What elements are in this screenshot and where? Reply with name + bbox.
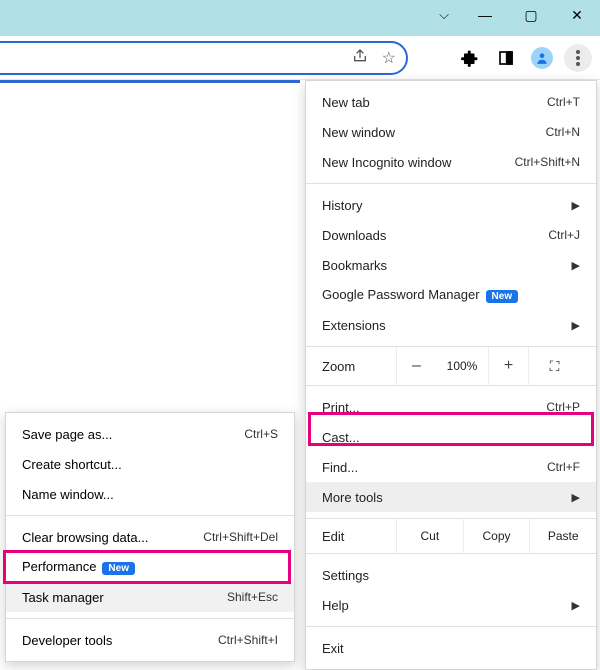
menu-shortcut: Ctrl+Shift+I: [218, 633, 278, 647]
menu-label: Create shortcut...: [22, 457, 122, 472]
menu-shortcut: Ctrl+Shift+N: [515, 155, 580, 169]
star-icon[interactable]: ☆: [382, 48, 396, 68]
submenu-clear-data[interactable]: Clear browsing data... Ctrl+Shift+Del: [6, 522, 294, 552]
menu-shortcut: Ctrl+N: [546, 125, 580, 139]
menu-help[interactable]: Help▶: [306, 590, 596, 620]
menu-shortcut: Ctrl+P: [546, 400, 580, 414]
chevron-right-icon: ▶: [572, 599, 580, 612]
window-close-button[interactable]: ✕: [554, 0, 600, 30]
submenu-developer-tools[interactable]: Developer tools Ctrl+Shift+I: [6, 625, 294, 655]
chrome-menu-button[interactable]: [564, 44, 592, 72]
submenu-task-manager[interactable]: Task manager Shift+Esc: [6, 582, 294, 612]
address-bar[interactable]: ☆: [0, 41, 408, 75]
window-controls: ⌵ — ▢ ✕: [426, 0, 600, 30]
window-minimize-button[interactable]: —: [462, 0, 508, 30]
submenu-performance[interactable]: PerformanceNew: [6, 552, 294, 582]
zoom-out-button[interactable]: –: [396, 347, 436, 385]
menu-label: Name window...: [22, 487, 114, 502]
menu-find[interactable]: Find...Ctrl+F: [306, 452, 596, 482]
chevron-right-icon: ▶: [572, 199, 580, 212]
edit-label: Edit: [306, 519, 396, 553]
browser-toolbar: ☆: [0, 36, 600, 80]
menu-shortcut: Ctrl+T: [547, 95, 580, 109]
menu-zoom-row: Zoom – 100% + ⛶: [306, 347, 596, 385]
menu-shortcut: Ctrl+J: [548, 228, 580, 242]
sidepanel-button[interactable]: [492, 44, 520, 72]
new-badge: New: [486, 290, 519, 303]
menu-label: Clear browsing data...: [22, 530, 148, 545]
menu-new-tab[interactable]: New tabCtrl+T: [306, 87, 596, 117]
menu-label: Extensions: [322, 318, 572, 333]
menu-label: New tab: [322, 95, 547, 110]
zoom-label: Zoom: [306, 347, 396, 385]
menu-label: Settings: [322, 568, 580, 583]
menu-label: Save page as...: [22, 427, 112, 442]
zoom-value: 100%: [436, 347, 488, 385]
menu-settings[interactable]: Settings: [306, 560, 596, 590]
chevron-right-icon: ▶: [572, 259, 580, 272]
tab-underline: [0, 80, 300, 83]
zoom-in-button[interactable]: +: [488, 347, 528, 385]
menu-downloads[interactable]: DownloadsCtrl+J: [306, 220, 596, 250]
menu-label: Developer tools: [22, 633, 112, 648]
profile-button[interactable]: [528, 44, 556, 72]
menu-label: History: [322, 198, 572, 213]
menu-label: Bookmarks: [322, 258, 572, 273]
edit-paste-button[interactable]: Paste: [529, 519, 596, 553]
menu-shortcut: Ctrl+Shift+Del: [203, 530, 278, 544]
menu-label: Task manager: [22, 590, 104, 605]
menu-shortcut: Shift+Esc: [227, 590, 278, 604]
menu-shortcut: Ctrl+F: [547, 460, 580, 474]
fullscreen-icon: ⛶: [550, 358, 558, 375]
window-maximize-button[interactable]: ▢: [508, 0, 554, 30]
submenu-create-shortcut[interactable]: Create shortcut...: [6, 449, 294, 479]
submenu-name-window[interactable]: Name window...: [6, 479, 294, 509]
menu-more-tools[interactable]: More tools▶: [306, 482, 596, 512]
menu-label: New Incognito window: [322, 155, 515, 170]
menu-label: Help: [322, 598, 572, 613]
menu-exit[interactable]: Exit: [306, 633, 596, 663]
menu-label: Exit: [322, 641, 580, 656]
fullscreen-button[interactable]: ⛶: [528, 347, 578, 385]
menu-new-window[interactable]: New windowCtrl+N: [306, 117, 596, 147]
menu-label: PerformanceNew: [22, 559, 135, 574]
share-icon[interactable]: [352, 48, 368, 69]
edit-copy-button[interactable]: Copy: [463, 519, 530, 553]
menu-label: Cast...: [322, 430, 580, 445]
menu-label: Downloads: [322, 228, 548, 243]
menu-bookmarks[interactable]: Bookmarks▶: [306, 250, 596, 280]
menu-extensions[interactable]: Extensions▶: [306, 310, 596, 340]
chrome-main-menu: New tabCtrl+T New windowCtrl+N New Incog…: [305, 80, 597, 670]
menu-shortcut: Ctrl+S: [244, 427, 278, 441]
menu-label: Find...: [322, 460, 547, 475]
menu-password-manager[interactable]: Google Password ManagerNew: [306, 280, 596, 310]
window-dropdown-button[interactable]: ⌵: [426, 0, 462, 30]
menu-label: Google Password ManagerNew: [322, 287, 580, 302]
new-badge: New: [102, 562, 135, 575]
extensions-button[interactable]: [456, 44, 484, 72]
menu-history[interactable]: History▶: [306, 190, 596, 220]
menu-new-incognito[interactable]: New Incognito windowCtrl+Shift+N: [306, 147, 596, 177]
submenu-save-page[interactable]: Save page as... Ctrl+S: [6, 419, 294, 449]
more-tools-submenu: Save page as... Ctrl+S Create shortcut...…: [5, 412, 295, 662]
chevron-right-icon: ▶: [572, 319, 580, 332]
menu-label: New window: [322, 125, 546, 140]
edit-cut-button[interactable]: Cut: [396, 519, 463, 553]
titlebar: ⌵ — ▢ ✕: [0, 0, 600, 36]
menu-label: Print...: [322, 400, 546, 415]
menu-edit-row: Edit Cut Copy Paste: [306, 519, 596, 553]
toolbar-actions: [456, 36, 592, 80]
menu-print[interactable]: Print...Ctrl+P: [306, 392, 596, 422]
menu-cast[interactable]: Cast...: [306, 422, 596, 452]
chevron-right-icon: ▶: [572, 491, 580, 504]
menu-label: More tools: [322, 490, 572, 505]
